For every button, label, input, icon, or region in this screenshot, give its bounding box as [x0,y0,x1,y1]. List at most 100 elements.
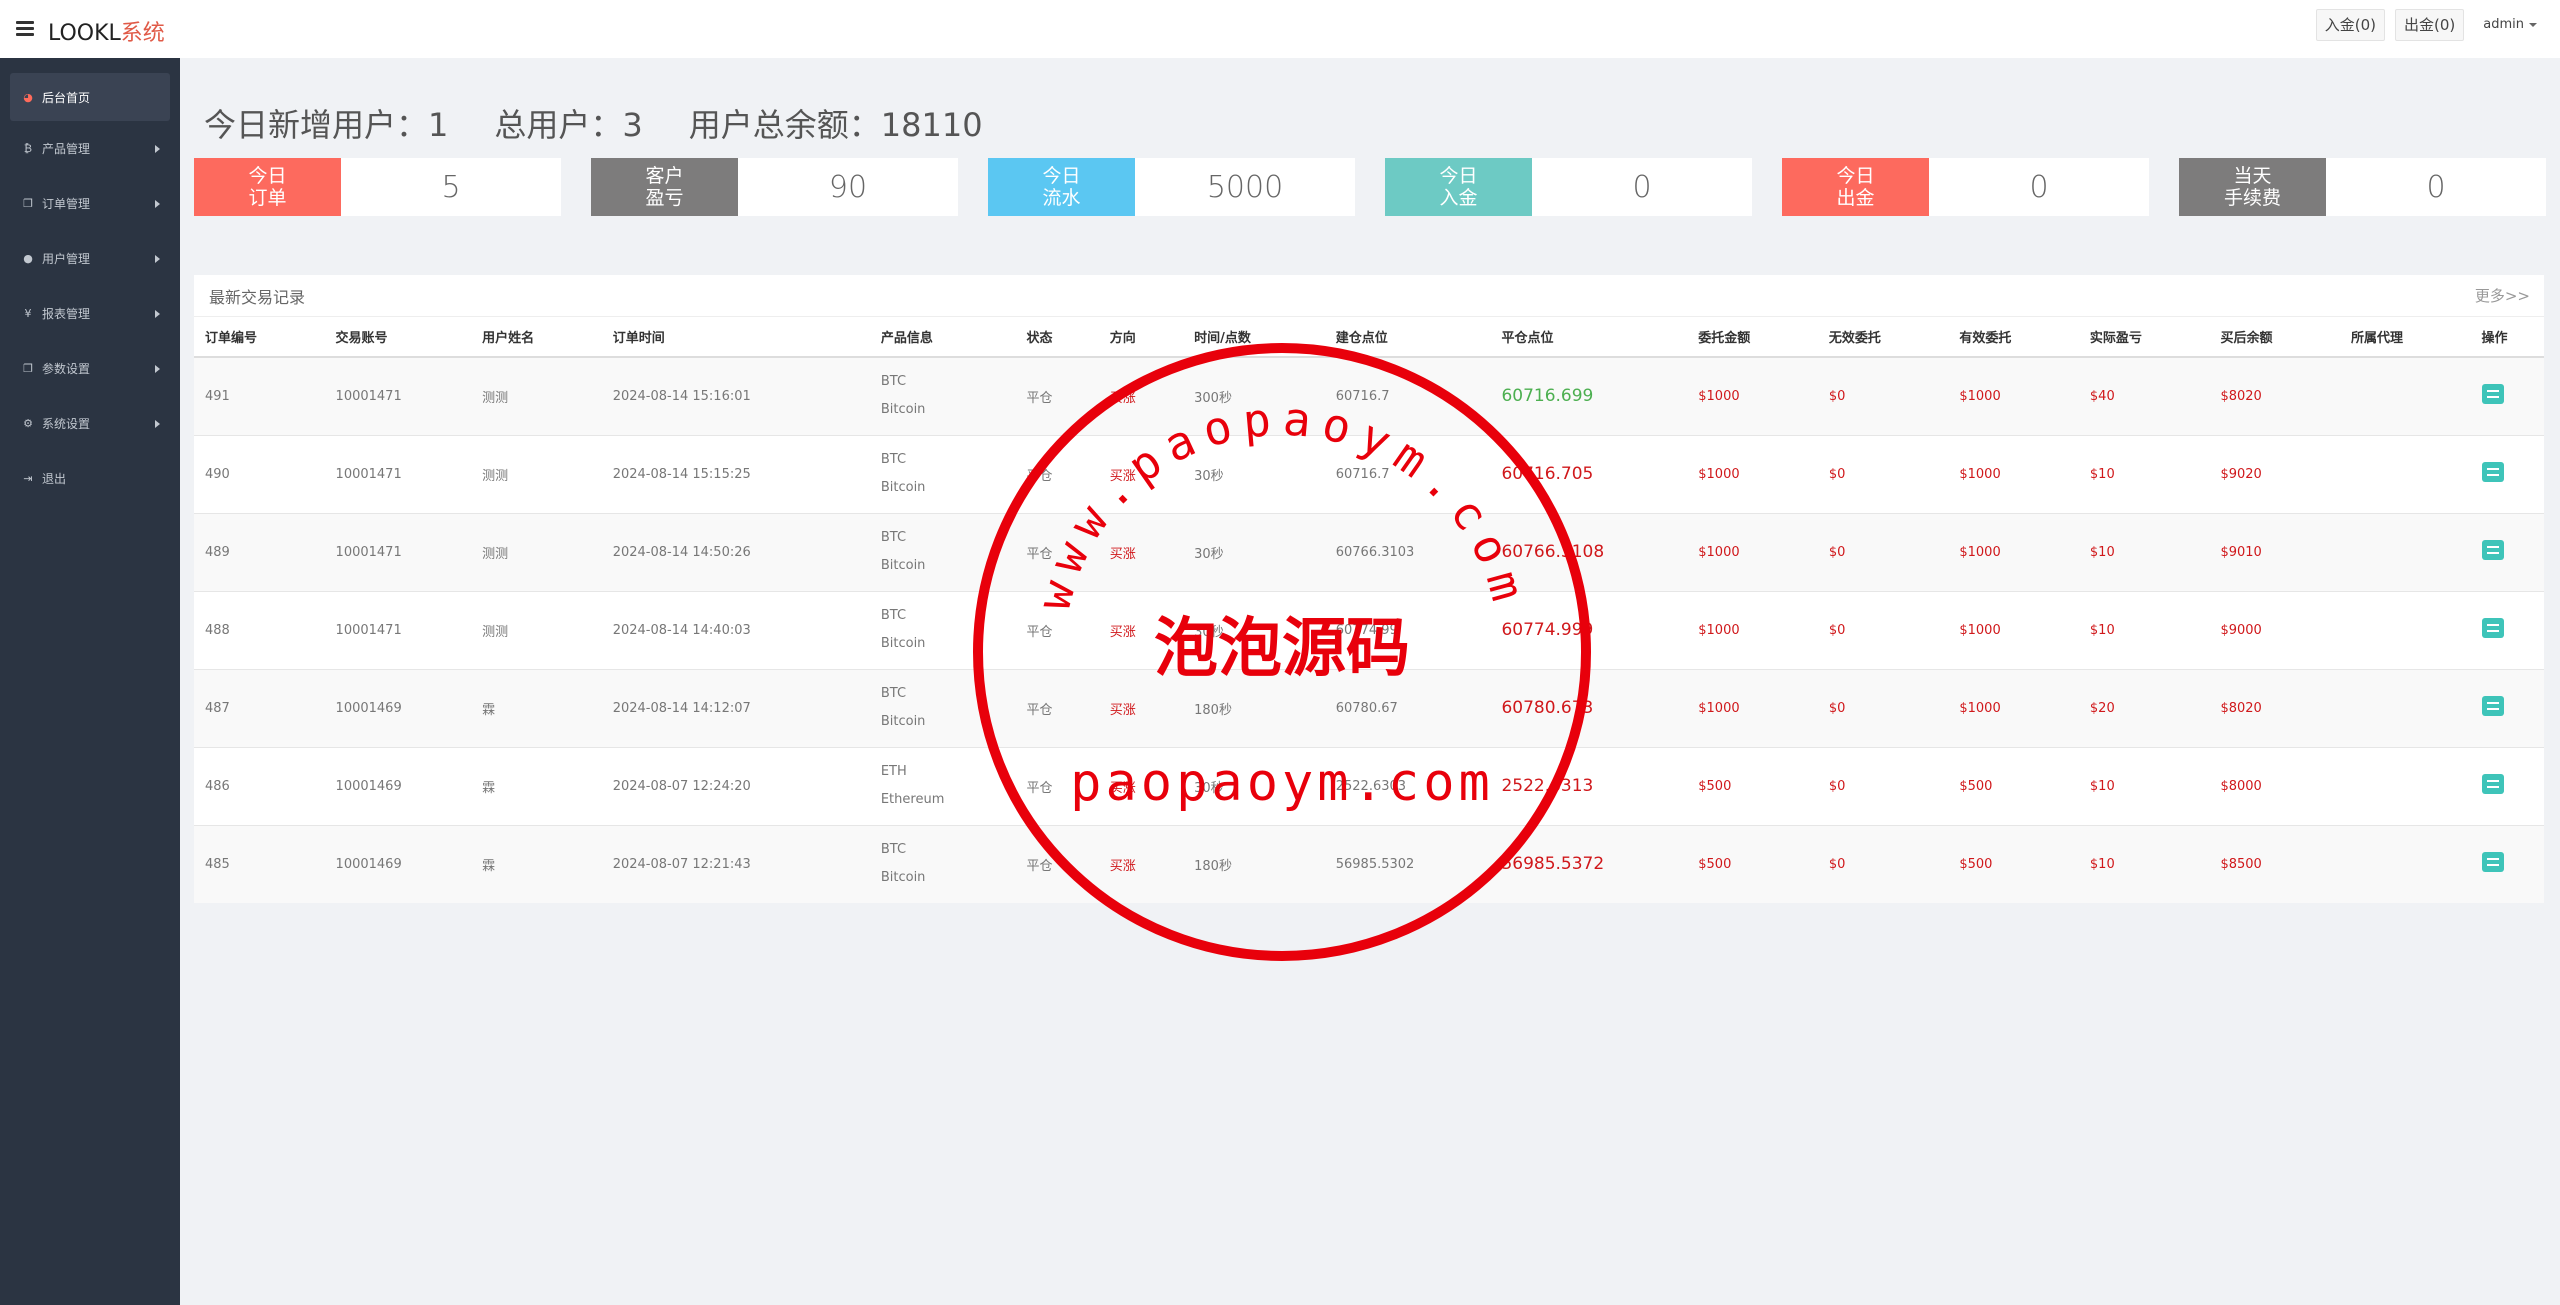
sidebar-item-4[interactable]: ¥ 报表管理 [0,286,180,341]
valid-amount: $1000 [1948,512,2079,591]
action-cell [2470,668,2544,747]
valid-amount: $1000 [1948,434,2079,513]
balance-after: $8020 [2209,668,2340,747]
sidebar-item-label: 系统设置 [42,417,91,431]
view-detail-icon[interactable] [2481,852,2504,873]
caret-right-icon [155,255,160,263]
order-amount: $1000 [1687,512,1818,591]
action-cell [2470,746,2544,825]
product-info: BTC Bitcoin [869,824,1016,903]
action-cell [2470,512,2544,591]
column-header: 订单编号 [194,317,325,358]
valid-amount: $500 [1948,746,2079,825]
table-row: 490 10001471 测测 2024-08-14 15:15:25 BTC Bitco… [194,434,2544,513]
total-balance-stat: 用户总余额：18110 [688,106,983,144]
order-status: 平仓 [1015,824,1099,903]
summary-line: 今日新增用户：1 总用户：3 用户总余额：18110 [204,100,983,146]
invalid-amount: $0 [1817,668,1949,747]
caret-right-icon [155,310,160,318]
sidebar-item-6[interactable]: ⚙ 系统设置 [0,396,180,451]
withdraw-button[interactable]: 出金(0) [2395,9,2465,41]
invalid-amount: $0 [1817,356,1949,435]
trade-account: 10001471 [324,356,472,435]
user-name-cell: 霖 [471,746,602,825]
close-price: 60780.673 [1490,668,1688,747]
duration: 180秒 [1183,824,1325,903]
open-price: 56985.5302 [1324,824,1491,903]
caret-right-icon [155,365,160,373]
view-detail-icon[interactable] [2481,618,2504,638]
close-price: 56985.5372 [1490,824,1688,903]
column-header: 委托金额 [1687,317,1818,358]
invalid-amount: $0 [1817,746,1949,825]
sidebar-item-label: 用户管理 [42,252,91,266]
user-name-cell: 测测 [471,590,602,669]
balance-after: $8000 [2209,746,2340,825]
order-time: 2024-08-14 15:15:25 [601,434,870,513]
stat-card: 今日 流水 5000 [988,158,1355,216]
trade-account: 10001469 [324,668,472,747]
user-name-cell: 霖 [471,824,602,903]
order-id: 485 [194,824,325,903]
view-detail-icon[interactable] [2481,540,2504,560]
stat-card-value: 0 [2426,169,2446,205]
agent [2340,668,2471,747]
stat-card-label: 今日 订单 [194,158,341,216]
sidebar: ◕ 后台首页 ₿ 产品管理 ❐ 订单管理 ● 用户管理 ¥ 报表管理 ❐ 参数设置 ⚙ 系统设置 ⇥ 退出 [0,58,180,1305]
menu-toggle-icon[interactable] [16,21,34,37]
stat-card-value: 5 [441,169,461,205]
stat-card: 今日 出金 0 [1782,158,2149,216]
profit-loss: $10 [2078,512,2210,591]
duration: 30秒 [1183,590,1325,669]
sidebar-item-2[interactable]: ❐ 订单管理 [0,176,180,231]
order-amount: $1000 [1687,356,1818,435]
agent [2340,512,2471,591]
sidebar-item-1[interactable]: ₿ 产品管理 [0,121,180,176]
view-detail-icon[interactable] [2481,774,2504,794]
direction: 买涨 [1098,746,1184,825]
duration: 30秒 [1183,434,1325,513]
caret-right-icon [155,200,160,208]
column-header: 买后余额 [2209,317,2340,358]
deposit-button[interactable]: 入金(0) [2315,9,2386,41]
caret-right-icon [155,420,160,428]
more-link[interactable]: 更多>> [2475,285,2530,306]
balance-after: $8500 [2209,824,2340,903]
sidebar-item-3[interactable]: ● 用户管理 [0,231,180,286]
column-header: 时间/点数 [1183,317,1325,358]
invalid-amount: $0 [1817,590,1949,669]
user-name: admin [2483,17,2524,32]
user-menu[interactable]: admin [2474,9,2546,41]
product-info: BTC Bitcoin [869,668,1016,747]
valid-amount: $1000 [1948,590,2079,669]
valid-amount: $500 [1948,824,2079,903]
sidebar-item-7[interactable]: ⇥ 退出 [0,451,180,506]
valid-amount: $1000 [1948,356,2079,435]
sidebar-item-0[interactable]: ◕ 后台首页 [10,73,170,121]
brand-logo: LOOKL系统 [48,15,165,47]
order-id: 486 [194,746,325,825]
invalid-amount: $0 [1817,512,1949,591]
column-header: 交易账号 [324,317,472,358]
open-price: 60780.67 [1324,668,1491,747]
sidebar-item-label: 报表管理 [42,307,91,321]
view-detail-icon[interactable] [2481,696,2504,716]
sidebar-item-5[interactable]: ❐ 参数设置 [0,341,180,396]
close-price: 60716.699 [1490,356,1688,435]
direction: 买涨 [1098,512,1184,591]
total-users-stat: 总用户：3 [494,106,643,144]
stat-card-label: 客户 盈亏 [591,158,738,216]
recent-trades-panel: 最新交易记录 更多>> 订单编号 交易账号 用户姓名 订单时间 产品信息 状态 方向 时间/点… [194,275,2544,903]
order-id: 487 [194,668,325,747]
gears-icon: ⚙ [23,417,33,430]
brand-accent: 系统 [120,21,165,46]
view-detail-icon[interactable] [2481,384,2504,405]
order-status: 平仓 [1015,356,1099,435]
product-info: BTC Bitcoin [869,512,1016,591]
bitcoin-icon: ₿ [23,142,33,155]
column-header: 状态 [1015,317,1099,358]
close-price: 60766.3108 [1490,512,1688,591]
yen-icon: ¥ [24,307,32,320]
order-id: 489 [194,512,325,591]
view-detail-icon[interactable] [2481,462,2504,482]
